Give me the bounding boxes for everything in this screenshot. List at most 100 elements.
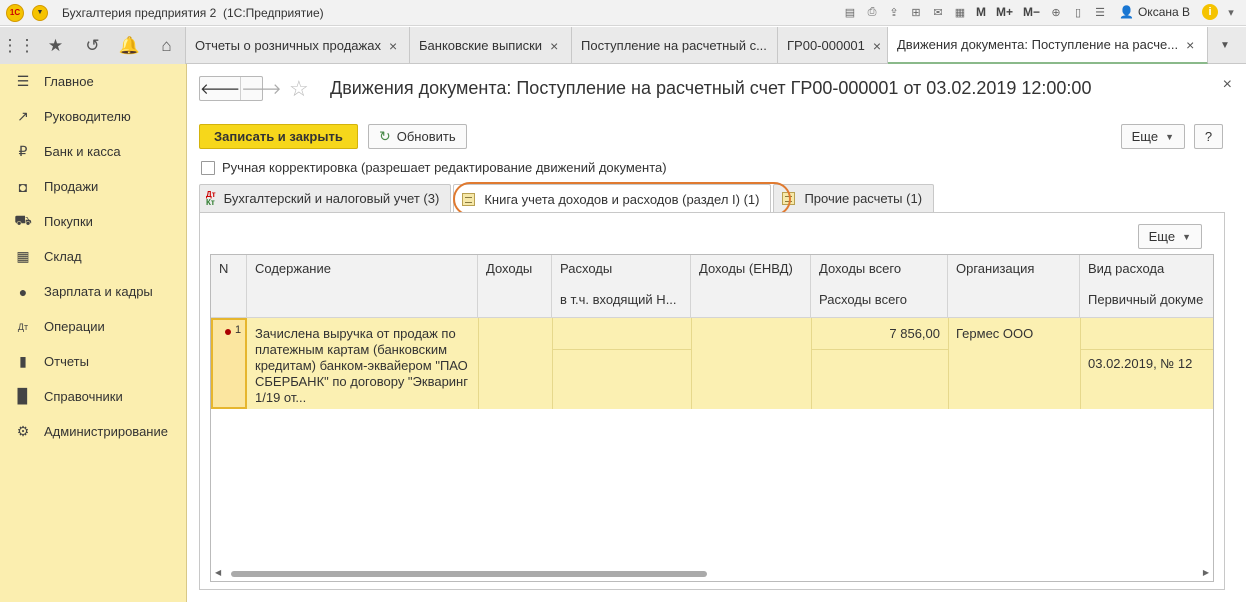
link-icon[interactable]: ⊞ (907, 3, 925, 21)
sidebar-item-catalogs[interactable]: ▉ Справочники (0, 379, 186, 414)
save-icon[interactable]: ▤ (841, 3, 859, 21)
sidebar-item-admin[interactable]: ⚙ Администрирование (0, 414, 186, 449)
sidebar-item-main[interactable]: ☰ Главное (0, 64, 186, 99)
column-header-income-envd[interactable]: Доходы (ЕНВД) (691, 255, 811, 318)
column-header-expense-type[interactable]: Вид расхода (1080, 255, 1213, 287)
scroll-left-icon[interactable]: ◀ (215, 568, 221, 577)
close-form-icon[interactable]: × (1223, 76, 1232, 94)
sidebar-item-operations[interactable]: Дт Операции (0, 309, 186, 344)
tab-accounting[interactable]: Дт Кт Бухгалтерский и налоговый учет (3) (199, 184, 452, 212)
sidebar-item-bank[interactable]: ₽ Банк и касса (0, 134, 186, 169)
sidebar-item-label: Покупки (44, 214, 93, 229)
refresh-button[interactable]: ↻ Обновить (368, 124, 467, 149)
help-button[interactable]: ? (1194, 124, 1223, 149)
tab-receipt-to-account[interactable]: Поступление на расчетный с... (572, 27, 778, 64)
refresh-label: Обновить (396, 129, 456, 144)
memory-button[interactable]: M (973, 5, 989, 19)
column-header-expenses[interactable]: Расходы (552, 255, 691, 287)
sidebar-item-reports[interactable]: ▮ Отчеты (0, 344, 186, 379)
close-icon[interactable]: × (389, 38, 397, 54)
user-menu[interactable]: 👤 Оксана В (1119, 5, 1190, 19)
cart-icon: ⛟ (14, 212, 32, 228)
tab-label: Движения документа: Поступление на расче… (897, 37, 1179, 52)
close-icon[interactable]: × (550, 38, 558, 54)
zoom-icon[interactable]: ⊕ (1047, 3, 1065, 21)
tab-label: Прочие расчеты (1) (804, 191, 923, 206)
menu-icon[interactable]: ☰ (1091, 3, 1109, 21)
info-icon[interactable]: i (1202, 4, 1218, 20)
save-and-close-button[interactable]: Записать и закрыть (199, 124, 358, 149)
movements-table[interactable]: N Содержание Доходы Расходы в т.ч. входя… (210, 254, 1214, 582)
refresh-icon: ↻ (379, 128, 391, 144)
column-header-n[interactable]: N (211, 255, 247, 318)
column-header-income-total[interactable]: Доходы всего (811, 255, 948, 287)
favorite-star-icon[interactable]: ☆ (289, 76, 309, 102)
tab-label: Бухгалтерский и налоговый учет (3) (223, 191, 440, 206)
sidebar-item-sales[interactable]: ◘ Продажи (0, 169, 186, 204)
chevron-down-icon[interactable]: ▾ (1222, 3, 1240, 21)
column-header-organization[interactable]: Организация (948, 255, 1080, 318)
memory-minus-button[interactable]: M− (1020, 5, 1043, 19)
upload-icon[interactable]: ⇪ (885, 3, 903, 21)
window-icon[interactable]: ▯ (1069, 3, 1087, 21)
more-button[interactable]: Еще ▼ (1120, 124, 1185, 149)
column-header-content[interactable]: Содержание (247, 255, 478, 318)
column-header-primary-doc[interactable]: Первичный докуме (1080, 286, 1213, 318)
main-menu-button[interactable]: ▼ (32, 4, 48, 21)
manual-correction-checkbox[interactable] (201, 160, 215, 175)
sidebar-item-manager[interactable]: ↗ Руководителю (0, 99, 186, 134)
title-bar: 1С ▼ Бухгалтерия предприятия 2 (1С:Предп… (0, 0, 1246, 26)
close-icon[interactable]: × (873, 38, 881, 54)
tab-retail-reports[interactable]: Отчеты о розничных продажах × (186, 27, 410, 64)
apps-grid-icon[interactable]: ⋮⋮ (0, 27, 37, 64)
chevron-down-icon: ▼ (1182, 231, 1191, 242)
tab-label: ГР00-000001 (787, 38, 865, 53)
notifications-bell-icon[interactable]: 🔔 (111, 27, 148, 64)
memory-plus-button[interactable]: M+ (993, 5, 1016, 19)
history-icon[interactable]: ↺ (74, 27, 111, 64)
sidebar-item-label: Справочники (44, 389, 123, 404)
sidebar-item-warehouse[interactable]: ▦ Склад (0, 239, 186, 274)
sidebar-item-purchases[interactable]: ⛟ Покупки (0, 204, 186, 239)
mail-icon[interactable]: ✉ (929, 3, 947, 21)
home-icon[interactable]: ⌂ (148, 27, 185, 64)
column-header-expenses-total[interactable]: Расходы всего (811, 286, 948, 318)
print-icon[interactable]: ⎙ (863, 3, 881, 21)
back-arrow-icon[interactable]: 🡐 (200, 77, 240, 100)
scrollbar-thumb[interactable] (231, 571, 707, 577)
column-header-expenses-vat[interactable]: в т.ч. входящий Н... (552, 286, 691, 318)
tab-bank-statements[interactable]: Банковские выписки × (410, 27, 572, 64)
tab-other-settlements[interactable]: Прочие расчеты (1) (773, 184, 935, 212)
close-icon[interactable]: × (1186, 37, 1194, 53)
tab-document-number[interactable]: ГР00-000001 × (778, 27, 888, 64)
tabs-dropdown-icon[interactable]: ▼ (1208, 27, 1242, 64)
favorites-star-icon[interactable]: ★ (37, 27, 74, 64)
user-icon: 👤 (1119, 5, 1134, 19)
app-platform: (1С:Предприятие) (222, 5, 324, 20)
column-header-income[interactable]: Доходы (478, 255, 552, 318)
table-more-button[interactable]: Еще ▼ (1137, 224, 1202, 249)
cell-content[interactable]: Зачислена выручка от продаж по платежным… (247, 320, 478, 409)
page-title: Движения документа: Поступление на расче… (330, 78, 1092, 98)
cell-organization[interactable]: Гермес ООО (948, 320, 1080, 347)
grid-icon: ▦ (16, 248, 30, 264)
tab-document-movements[interactable]: Движения документа: Поступление на расче… (888, 27, 1208, 64)
cell-income-total[interactable]: 7 856,00 (811, 320, 948, 347)
tab-income-expense-book[interactable]: Книга учета доходов и расходов (раздел I… (453, 184, 772, 213)
manual-correction-label: Ручная корректировка (разрешает редактир… (222, 160, 667, 175)
row-subdivider (811, 349, 948, 350)
sidebar-item-label: Продажи (44, 179, 99, 194)
row-number-cell[interactable]: 1 (211, 318, 247, 409)
sidebar-item-label: Администрирование (44, 424, 168, 439)
cell-primary-doc[interactable]: 03.02.2019, № 12 (1080, 350, 1213, 377)
user-name: Оксана В (1137, 5, 1190, 19)
open-windows-bar: ⋮⋮ ★ ↺ 🔔 ⌂ Отчеты о розничных продажах × … (0, 27, 1246, 64)
horizontal-scrollbar[interactable]: ◀ ▶ (211, 567, 1213, 581)
forward-arrow-icon[interactable]: 🡒 (240, 77, 281, 100)
scroll-right-icon[interactable]: ▶ (1203, 568, 1209, 577)
calendar-icon[interactable]: ▦ (951, 3, 969, 21)
barchart-icon: ▮ (19, 353, 27, 369)
row-divider (552, 318, 553, 409)
manual-correction-row[interactable]: Ручная корректировка (разрешает редактир… (201, 160, 667, 175)
sidebar-item-payroll[interactable]: ● Зарплата и кадры (0, 274, 186, 309)
